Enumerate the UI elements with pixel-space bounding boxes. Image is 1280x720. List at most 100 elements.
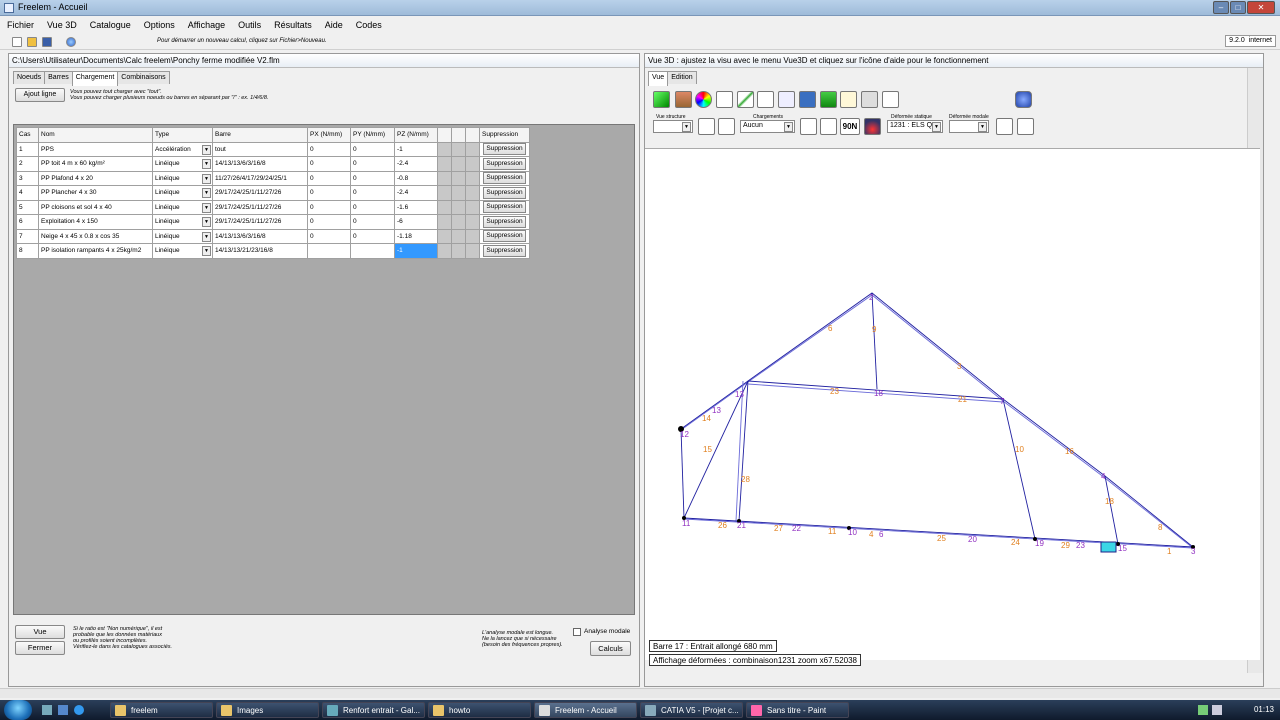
cell-pz[interactable]: -1.6 (394, 199, 438, 215)
delete-row-button[interactable]: Suppression (483, 215, 526, 228)
cell-py[interactable]: 0 (350, 228, 395, 244)
task-renfort[interactable]: Renfort entrait - Gal... (322, 702, 425, 718)
chevron-down-icon[interactable]: ▼ (202, 159, 211, 169)
cell-py[interactable] (350, 243, 395, 259)
magnet-load-icon[interactable] (864, 118, 881, 135)
cell-nom[interactable]: PP cloisons et sol 4 x 40 (38, 199, 153, 215)
cell-px[interactable]: 0 (307, 170, 351, 186)
cell-barre[interactable]: 14/13/13/6/3/16/8 (212, 228, 308, 244)
cell-type[interactable]: Linéique ▼ (152, 214, 213, 230)
open-folder-icon[interactable] (27, 37, 37, 47)
globe-icon[interactable] (66, 37, 76, 47)
cell-px[interactable]: 0 (307, 199, 351, 215)
cell-nom[interactable]: Exploitation 4 x 150 (38, 214, 153, 230)
delete-row-button[interactable]: Suppression (483, 201, 526, 214)
mesh-icon[interactable] (778, 91, 795, 108)
cell-type[interactable]: Linéique ▼ (152, 243, 213, 259)
cell-barre[interactable]: 14/13/13/6/3/16/8 (212, 156, 308, 172)
tab-noeuds[interactable]: Noeuds (13, 71, 46, 84)
cell-pz[interactable]: -2.4 (394, 185, 438, 201)
load-arrow-right-icon[interactable] (820, 118, 837, 135)
chevron-down-icon[interactable]: ▼ (202, 231, 211, 242)
start-button[interactable] (4, 700, 32, 720)
force-value-icon[interactable]: 90N (840, 118, 860, 135)
chevron-down-icon[interactable]: ▼ (202, 202, 211, 213)
cell-nom[interactable]: PP Plancher 4 x 30 (38, 185, 153, 201)
maximize-button[interactable]: □ (1230, 1, 1246, 14)
beam-icon[interactable] (675, 91, 692, 108)
minimize-button[interactable]: – (1213, 1, 1229, 14)
cell-barre[interactable]: 14/13/13/21/23/16/8 (212, 243, 308, 259)
vue-structure-select[interactable]: ▼ (653, 120, 693, 133)
delete-row-button[interactable]: Suppression (483, 244, 526, 257)
tab-edition[interactable]: Edition (667, 71, 697, 84)
cell-pz[interactable]: -0.8 (394, 170, 438, 186)
chevron-down-icon[interactable]: ▼ (932, 122, 941, 132)
delete-row-button[interactable]: Suppression (483, 230, 526, 243)
menu-resultats[interactable]: Résultats (267, 17, 318, 30)
tab-barres[interactable]: Barres (44, 71, 73, 84)
cell-pz-selected[interactable]: -1 (394, 243, 438, 259)
add-line-button[interactable]: Ajout ligne (15, 88, 65, 102)
task-freelem[interactable]: freelem (110, 702, 213, 718)
axes-icon[interactable] (757, 91, 774, 108)
task-catia[interactable]: CATIA V5 - [Projet c... (640, 702, 743, 718)
load-arrow-left-icon[interactable] (800, 118, 817, 135)
task-howto[interactable]: howto (428, 702, 531, 718)
chevron-down-icon[interactable]: ▼ (202, 173, 211, 184)
cell-nom[interactable]: PPS (38, 141, 153, 157)
cell-type[interactable]: Linéique ▼ (152, 228, 213, 244)
delete-row-button[interactable]: Suppression (483, 143, 526, 156)
cell-type[interactable]: Accélération ▼ (152, 141, 213, 157)
cell-barre[interactable]: 11/27/26/4/17/29/24/25/1 (212, 170, 308, 186)
close-button[interactable]: ✕ (1247, 1, 1275, 14)
view3d-canvas[interactable]: 6 9 3 23 21 14 15 10 16 28 18 8 26 27 11… (645, 148, 1260, 660)
tab-vue[interactable]: Vue (648, 71, 669, 86)
fermer-button[interactable]: Fermer (15, 641, 65, 655)
pencil-icon[interactable] (737, 91, 754, 108)
cell-py[interactable]: 0 (350, 170, 395, 186)
cell-barre[interactable]: 29/17/24/25/1/11/27/26 (212, 199, 308, 215)
menu-options[interactable]: Options (137, 17, 181, 30)
cell-py[interactable]: 0 (350, 214, 395, 230)
cell-type[interactable]: Linéique ▼ (152, 199, 213, 215)
menu-vue3d[interactable]: Vue 3D (40, 17, 83, 30)
deformee-modale-select[interactable]: ▼ (949, 120, 989, 133)
volume-icon[interactable] (1212, 705, 1222, 715)
network-icon[interactable] (1198, 705, 1208, 715)
cell-pz[interactable]: -2.4 (394, 156, 438, 172)
save-icon[interactable] (42, 37, 52, 47)
chevron-down-icon[interactable]: ▼ (784, 122, 793, 132)
deform-curve-2-icon[interactable] (1017, 118, 1034, 135)
cell-px[interactable]: 0 (307, 156, 351, 172)
delete-row-button[interactable]: Suppression (483, 172, 526, 185)
delete-row-button[interactable]: Suppression (483, 186, 526, 199)
cell-nom[interactable]: PP Plafond 4 x 20 (38, 170, 153, 186)
tab-combinaisons[interactable]: Combinaisons (117, 71, 170, 84)
cell-px[interactable]: 0 (307, 228, 351, 244)
cell-barre[interactable]: 29/17/24/25/1/11/27/26 (212, 185, 308, 201)
cell-type[interactable]: Linéique ▼ (152, 156, 213, 172)
tab-chargement[interactable]: Chargement (71, 71, 119, 86)
chevron-down-icon[interactable]: ▼ (202, 246, 211, 256)
chevron-down-icon[interactable]: ▼ (202, 144, 211, 155)
cell-type[interactable]: Linéique ▼ (152, 170, 213, 186)
cell-pz[interactable]: -6 (394, 214, 438, 230)
camera-icon[interactable] (716, 91, 733, 108)
color-wheel-icon[interactable] (695, 91, 712, 108)
quicklaunch-icon[interactable] (58, 705, 68, 715)
hammer-icon[interactable] (861, 91, 878, 108)
task-images[interactable]: Images (216, 702, 319, 718)
menu-fichier[interactable]: Fichier (0, 17, 40, 30)
task-paint[interactable]: Sans titre - Paint (746, 702, 849, 718)
cell-pz[interactable]: -1.18 (394, 228, 438, 244)
cube-icon[interactable] (653, 91, 670, 108)
chevron-down-icon[interactable]: ▼ (202, 188, 211, 198)
node-icon[interactable] (718, 118, 735, 135)
magnet-icon[interactable] (840, 91, 857, 108)
ie-icon[interactable] (74, 705, 84, 715)
cell-type[interactable]: Linéique ▼ (152, 185, 213, 201)
cell-px[interactable]: 0 (307, 214, 351, 230)
cell-py[interactable]: 0 (350, 141, 395, 157)
vue-button[interactable]: Vue (15, 625, 65, 639)
